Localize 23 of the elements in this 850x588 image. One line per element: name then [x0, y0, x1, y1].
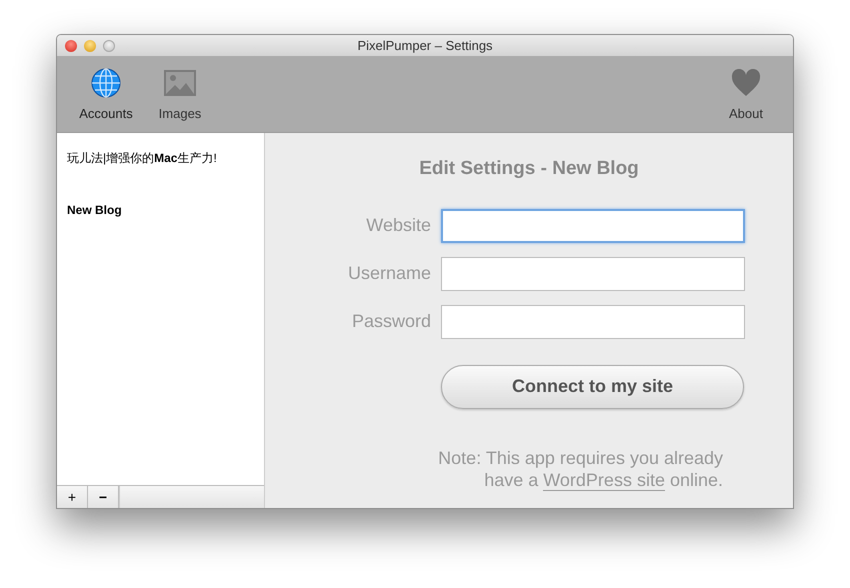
minimize-button[interactable]: [84, 40, 96, 52]
connect-button[interactable]: Connect to my site: [441, 364, 744, 408]
zoom-button[interactable]: [103, 40, 115, 52]
field-label: Website: [365, 214, 431, 237]
toolbar-tab[interactable]: Accounts: [69, 66, 143, 123]
heart-icon: [731, 68, 761, 96]
sidebar-item[interactable]: 玩儿法|增强你的Mac生产力!: [67, 149, 254, 167]
remove-button[interactable]: −: [88, 486, 119, 508]
window-title: PixelPumper – Settings: [357, 38, 493, 53]
input-field[interactable]: [441, 208, 745, 242]
globe-icon: [90, 66, 122, 98]
input-field[interactable]: [441, 304, 745, 338]
field-label: Password: [350, 310, 431, 333]
field-label: Username: [346, 262, 431, 285]
close-button[interactable]: [65, 40, 77, 52]
sidebar-item[interactable]: New Blog: [67, 201, 254, 219]
form-title: Edit Settings - New Blog: [419, 157, 639, 181]
image-icon: [163, 68, 197, 96]
input-field[interactable]: [441, 256, 745, 290]
toolbar-tab[interactable]: Images: [143, 66, 217, 123]
note-text: Note: This app requires you already have a WordPress site online.: [437, 446, 723, 492]
add-button[interactable]: +: [57, 486, 88, 508]
toolbar-tab[interactable]: About: [709, 66, 783, 123]
